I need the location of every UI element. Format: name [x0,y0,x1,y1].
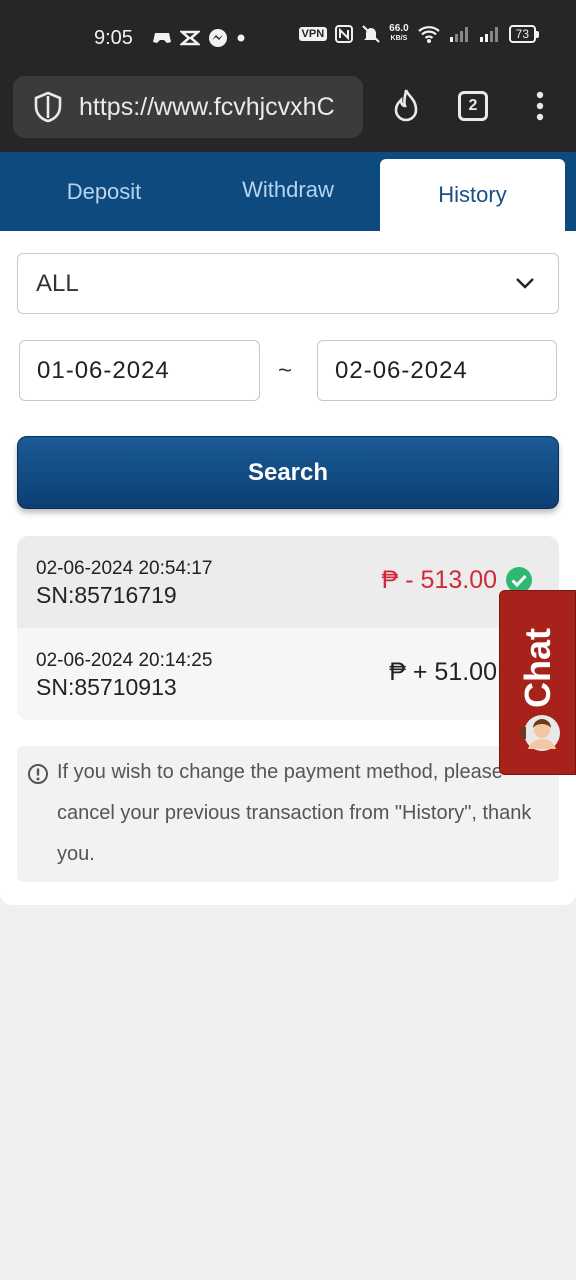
capcut-icon [180,30,200,46]
transaction-sn: SN:85716719 [36,582,177,608]
tab-count: 2 [458,91,488,121]
date-from-input[interactable]: 01-06-2024 [19,340,260,401]
url-text: https://www.fcvhjcvxhC [79,92,335,121]
history-row[interactable]: 02-06-2024 20:14:25 SN:85710913 ₱ + 51.0… [17,628,559,720]
transaction-datetime: 02-06-2024 20:54:17 [36,558,213,579]
date-to-input[interactable]: 02-06-2024 [317,340,557,401]
address-bar[interactable]: https://www.fcvhjcvxhC [13,76,363,138]
tabs-button[interactable]: 2 [453,86,493,126]
system-icons: VPN 66.0 KB/S 73 [298,24,540,44]
date-separator: ~ [278,357,293,384]
browser-toolbar: https://www.fcvhjcvxhC 2 [0,76,576,152]
history-list: 02-06-2024 20:54:17 SN:85716719 ₱ - 513.… [17,536,559,720]
battery-indicator: 73 [508,25,540,43]
dot-icon [237,34,245,42]
transaction-sn: SN:85710913 [36,674,177,700]
tab-bar: Deposit Withdraw History [0,152,576,231]
speed-unit: KB/S [390,35,408,42]
wifi-icon [417,26,440,43]
history-row[interactable]: 02-06-2024 20:54:17 SN:85716719 ₱ - 513.… [17,536,559,628]
type-select-value: ALL [36,269,79,297]
info-notice: If you wish to change the payment method… [17,746,559,882]
network-speed: 66.0 KB/S [389,24,408,44]
mute-icon [362,25,380,43]
tab-history[interactable]: History [380,159,565,231]
menu-button[interactable] [520,86,560,126]
type-select[interactable]: ALL [17,253,559,314]
speed-value: 66.0 [389,23,409,34]
game-controller-icon [153,33,171,43]
tab-withdraw[interactable]: Withdraw [192,152,384,228]
notification-icons [152,28,246,48]
chat-label: Chat [517,628,558,708]
chat-button[interactable]: Chat [499,590,576,775]
status-bar: 9:05 VPN 66.0 KB/S 73 [0,0,576,76]
transaction-amount: ₱ + 51.00 [389,658,497,686]
notice-text: If you wish to change the payment method… [57,761,532,865]
transaction-datetime: 02-06-2024 20:14:25 [36,650,213,671]
nfc-icon [335,25,354,43]
tab-deposit[interactable]: Deposit [0,152,208,231]
support-agent-icon [520,715,560,751]
history-panel: ALL 01-06-2024 ~ 02-06-2024 Search 02-06… [0,231,576,905]
signal-icon [449,27,468,42]
more-vert-icon [536,91,544,121]
status-time: 9:05 [94,27,133,49]
info-icon [28,764,48,784]
chevron-down-icon [516,278,534,289]
shield-icon[interactable] [31,90,65,124]
search-button[interactable]: Search [17,436,559,509]
signal-icon-2 [479,27,498,42]
fire-icon [394,89,418,122]
messenger-icon [209,29,227,47]
fire-button[interactable] [386,86,426,126]
vpn-badge: VPN [298,27,328,41]
transaction-amount: ₱ - 513.00 [381,566,497,594]
